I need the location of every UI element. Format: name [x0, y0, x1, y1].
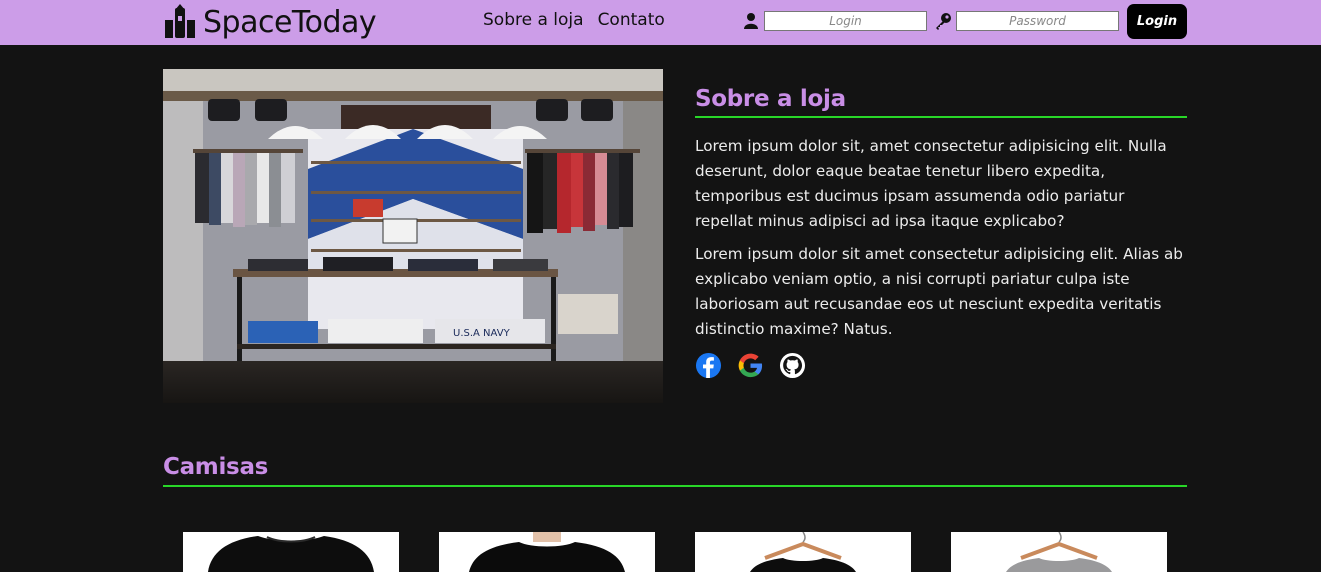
- key-icon: [936, 13, 951, 30]
- shirts-divider: [163, 485, 1187, 487]
- brand-name: SpaceToday: [203, 4, 377, 40]
- store-photo: U.S.A NAVY: [163, 69, 663, 403]
- black-tshirt-model-image: [439, 532, 655, 572]
- product-card-black-tshirt-model[interactable]: [439, 532, 655, 572]
- nav-link-contato[interactable]: Contato: [598, 10, 665, 30]
- google-icon[interactable]: [737, 352, 764, 379]
- password-input[interactable]: [956, 11, 1119, 31]
- social-links: [695, 352, 1187, 379]
- black-tshirt-hanger-image: [695, 532, 911, 572]
- product-card-gray-tshirt-hanger[interactable]: [951, 532, 1167, 572]
- about-divider: [695, 116, 1187, 118]
- main-nav: Sobre a loja Contato: [483, 10, 665, 30]
- facebook-icon[interactable]: [695, 352, 722, 379]
- rocket-logo-icon: [165, 4, 195, 38]
- nav-link-sobre[interactable]: Sobre a loja: [483, 10, 584, 30]
- brand[interactable]: SpaceToday: [162, 2, 377, 42]
- product-card-black-tshirt[interactable]: [183, 532, 399, 572]
- about-section: Sobre a loja Lorem ipsum dolor sit, amet…: [695, 86, 1187, 379]
- navy-sign: U.S.A NAVY: [453, 328, 511, 339]
- about-paragraph-2: Lorem ipsum dolor sit amet consectetur a…: [695, 245, 1183, 338]
- shirts-title: Camisas: [163, 454, 269, 480]
- product-card-black-tshirt-hanger[interactable]: [695, 532, 911, 572]
- black-tshirt-image: [183, 532, 399, 572]
- login-button[interactable]: Login: [1127, 4, 1187, 39]
- top-bar: SpaceToday Sobre a loja Contato Login: [0, 0, 1321, 45]
- user-icon: [744, 13, 758, 29]
- login-input[interactable]: [764, 11, 927, 31]
- github-icon[interactable]: [779, 352, 806, 379]
- about-title: Sobre a loja: [695, 86, 846, 112]
- gray-tshirt-hanger-image: [951, 532, 1167, 572]
- about-paragraph-1: Lorem ipsum dolor sit, amet consectetur …: [695, 137, 1167, 230]
